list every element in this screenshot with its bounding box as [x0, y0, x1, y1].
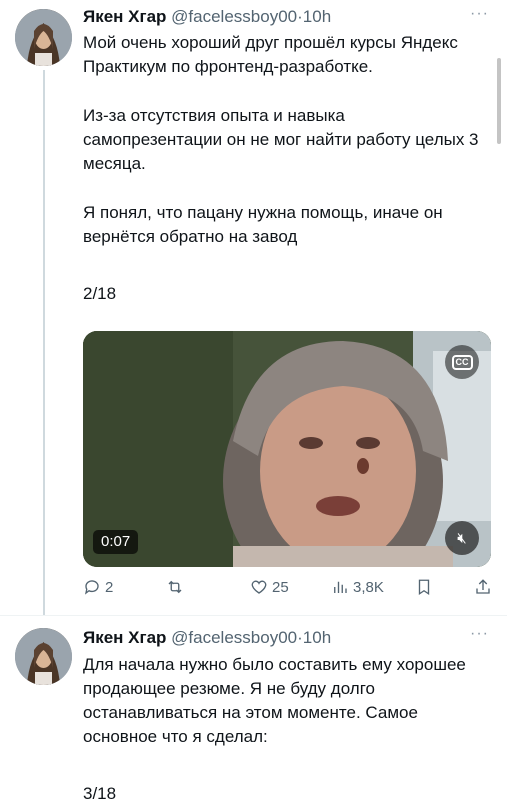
author-name[interactable]: Якен Хгар	[83, 7, 166, 26]
tweet-text: Мой очень хороший друг прошёл курсы Янде…	[83, 31, 488, 306]
author-handle[interactable]: @facelessboy00	[171, 7, 297, 26]
tweet-actions: 2 25 3,8K	[83, 578, 495, 600]
tweet-paragraph: Мой очень хороший друг прошёл курсы Янде…	[83, 33, 458, 76]
mute-button[interactable]: 🔇︎	[445, 521, 479, 555]
captions-icon: CC	[451, 354, 473, 370]
video-player[interactable]: CC 0:07 🔇︎	[83, 331, 491, 567]
views-button[interactable]: 3,8K	[331, 578, 384, 596]
tweet-text: Для начала нужно было составить ему хоро…	[83, 653, 488, 800]
retweet-icon	[168, 580, 182, 594]
tweet[interactable]: Якен Хгар @facelessboy00·10h ··· Для нач…	[0, 620, 507, 800]
like-count: 25	[272, 578, 289, 596]
reply-count: 2	[105, 578, 114, 596]
bookmark-icon	[418, 579, 430, 596]
tweet-header: Якен Хгар @facelessboy00·10h	[83, 627, 331, 649]
thread-counter: 2/18	[83, 284, 117, 303]
heart-icon	[251, 580, 267, 594]
avatar[interactable]	[15, 9, 72, 66]
author-handle[interactable]: @facelessboy00	[171, 628, 297, 647]
view-count: 3,8K	[353, 578, 384, 596]
tweet-time[interactable]: 10h	[303, 7, 331, 26]
tweet-header: Якен Хгар @facelessboy00·10h	[83, 6, 331, 28]
tweet-divider	[0, 615, 507, 616]
captions-button[interactable]: CC	[445, 345, 479, 379]
reply-icon	[84, 580, 99, 595]
thread-counter: 3/18	[83, 784, 117, 800]
retweet-button[interactable]	[166, 578, 188, 596]
reply-button[interactable]: 2	[83, 578, 113, 596]
speaker-muted-icon: 🔇︎	[457, 529, 467, 547]
tweet-paragraph: Для начала нужно было составить ему хоро…	[83, 655, 466, 746]
analytics-icon	[334, 581, 347, 593]
tweet-paragraph: Я понял, что пацану нужна помощь, иначе …	[83, 203, 443, 246]
video-frame	[83, 331, 491, 567]
tweet-time[interactable]: 10h	[303, 628, 331, 647]
share-icon	[476, 579, 490, 594]
tweet[interactable]: Якен Хгар @facelessboy00·10h ··· Мой оче…	[0, 0, 507, 612]
tweet-paragraph: Из-за отсутствия опыта и навыка самопрез…	[83, 106, 479, 173]
share-button[interactable]	[474, 578, 492, 596]
more-options-icon[interactable]: ···	[470, 626, 489, 642]
bookmark-button[interactable]	[415, 578, 433, 596]
more-options-icon[interactable]: ···	[470, 6, 489, 22]
video-duration: 0:07	[93, 530, 139, 554]
like-button[interactable]: 25	[250, 578, 289, 596]
avatar[interactable]	[15, 628, 72, 685]
author-name[interactable]: Якен Хгар	[83, 628, 166, 647]
